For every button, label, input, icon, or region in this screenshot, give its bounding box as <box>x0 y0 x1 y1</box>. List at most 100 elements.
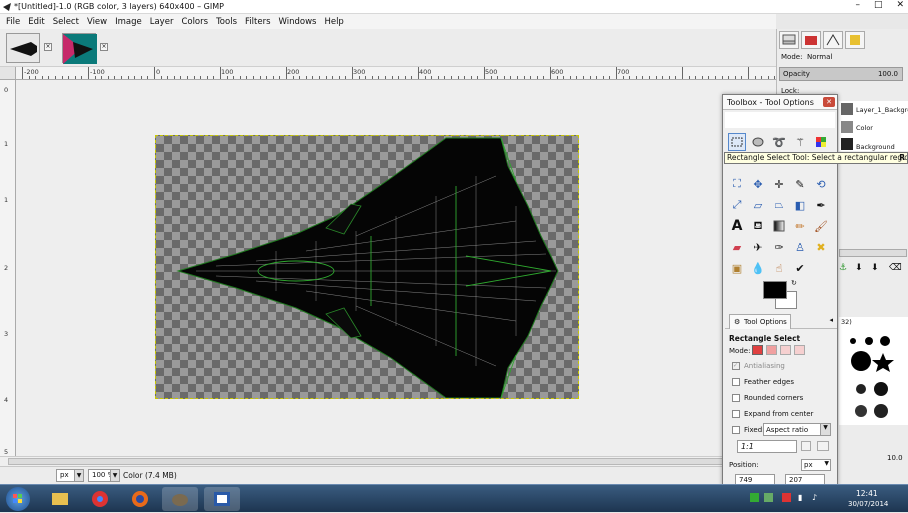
toolbox-title[interactable]: Toolbox - Tool Options <box>723 95 837 110</box>
feather-checkbox[interactable] <box>732 378 740 386</box>
foreground-select-tool[interactable]: ⛶ <box>728 175 746 193</box>
airbrush-tool[interactable]: ✈ <box>749 238 767 256</box>
close-window-button[interactable]: ✕ <box>896 0 904 10</box>
menu-windows[interactable]: Windows <box>279 17 317 27</box>
paintbrush-tool[interactable]: 🖌 <box>812 217 830 235</box>
ratio-input[interactable]: 1:1 <box>737 440 797 453</box>
vertical-ruler[interactable]: 0 1 1 2 3 4 5 <box>0 80 16 466</box>
ruler-corner[interactable] <box>0 67 16 80</box>
menu-help[interactable]: Help <box>324 17 343 27</box>
minimize-button[interactable]: – <box>855 0 860 10</box>
start-button[interactable] <box>6 487 30 511</box>
merge-icon[interactable]: ⬇ <box>871 263 879 273</box>
clone-tool[interactable]: ♙ <box>791 238 809 256</box>
rounded-checkbox[interactable] <box>732 394 740 402</box>
swap-colors-icon[interactable]: ↻ <box>791 279 797 287</box>
menu-edit[interactable]: Edit <box>28 17 44 27</box>
taskbar-chrome[interactable] <box>82 487 118 511</box>
horizontal-scrollbar[interactable] <box>0 456 776 466</box>
fuzzy-select-tool[interactable]: ⚚ <box>791 133 809 151</box>
taskbar-explorer[interactable] <box>42 487 78 511</box>
close-tab-1-button[interactable]: × <box>44 43 52 51</box>
rect-select-tool[interactable] <box>728 133 746 151</box>
fixed-dropdown[interactable]: Aspect ratio ▼ <box>763 423 831 436</box>
clock-time[interactable]: 12:41 <box>856 489 878 498</box>
image-tab-2[interactable] <box>62 33 97 64</box>
maximize-button[interactable]: □ <box>874 0 883 10</box>
layers-scrollbar[interactable] <box>839 249 907 257</box>
clock-date[interactable]: 30/07/2014 <box>848 500 888 508</box>
delete-icon[interactable]: ⌫ <box>889 263 902 273</box>
dodge-burn-tool[interactable]: ✔ <box>791 259 809 277</box>
brushes-panel[interactable]: 32) <box>839 317 908 425</box>
tray-icon[interactable] <box>764 493 773 502</box>
menu-layer[interactable]: Layer <box>150 17 174 27</box>
mode-subtract-button[interactable] <box>780 345 791 355</box>
shear-tool[interactable]: ▱ <box>749 196 767 214</box>
opacity-slider[interactable]: Opacity 100.0 <box>779 67 903 81</box>
blur-tool[interactable]: 💧 <box>749 259 767 277</box>
foreground-color-swatch[interactable] <box>763 281 787 299</box>
zoom-selector[interactable]: 100 % ▼ <box>88 469 120 482</box>
paths-tool[interactable]: ✒ <box>812 196 830 214</box>
mode-add-button[interactable] <box>766 345 777 355</box>
image-tab-1[interactable] <box>6 33 40 63</box>
blend-tool[interactable] <box>770 217 788 235</box>
fixed-checkbox[interactable] <box>732 426 740 434</box>
volume-icon[interactable]: ♪ <box>812 493 817 502</box>
perspective-clone-tool[interactable]: ▣ <box>728 259 746 277</box>
tray-icon[interactable] <box>782 493 791 502</box>
taskbar-firefox[interactable] <box>122 487 158 511</box>
align-tool[interactable]: ✥ <box>749 175 767 193</box>
menu-colors[interactable]: Colors <box>181 17 208 27</box>
menu-image[interactable]: Image <box>115 17 142 27</box>
network-icon[interactable]: ▮ <box>798 493 802 502</box>
ink-tool[interactable]: ✑ <box>770 238 788 256</box>
image-canvas[interactable] <box>155 135 579 399</box>
scrollbar-thumb[interactable] <box>8 458 768 465</box>
crop-tool[interactable]: ✎ <box>791 175 809 193</box>
mode-replace-button[interactable] <box>752 345 763 355</box>
tray-icon[interactable] <box>750 493 759 502</box>
rotate-tool[interactable]: ⟲ <box>812 175 830 193</box>
tool-options-tab[interactable]: ⚙ Tool Options <box>729 314 791 329</box>
layers-list[interactable]: Layer_1_Backgro Color Background <box>839 101 908 151</box>
text-tool[interactable]: A <box>728 217 746 235</box>
layer-item[interactable]: Layer_1_Backgro <box>856 106 908 114</box>
menu-tools[interactable]: Tools <box>216 17 237 27</box>
horizontal-ruler[interactable]: -200 -100 0 100 200 300 400 500 600 700 <box>16 67 776 80</box>
dock-tab-paths[interactable] <box>823 31 843 49</box>
expand-checkbox[interactable] <box>732 410 740 418</box>
unit-selector[interactable]: px ▼ <box>56 469 84 482</box>
layer-item[interactable]: Background <box>856 143 895 151</box>
landscape-button[interactable] <box>817 441 829 451</box>
dock-tab-channels[interactable] <box>801 31 821 49</box>
dock-tab-undo[interactable] <box>845 31 865 49</box>
smudge-tool[interactable]: ☝ <box>770 259 788 277</box>
anchor-icon[interactable]: ⚓ <box>839 263 847 273</box>
color-select-tool[interactable] <box>812 133 830 151</box>
position-unit-dropdown[interactable]: px ▼ <box>801 459 831 471</box>
flip-tool[interactable]: ◧ <box>791 196 809 214</box>
close-toolbox-button[interactable]: ✕ <box>823 97 835 107</box>
menu-select[interactable]: Select <box>53 17 79 27</box>
pencil-tool[interactable]: ✏ <box>791 217 809 235</box>
taskbar-word[interactable] <box>204 487 240 511</box>
bucket-fill-tool[interactable]: ⛾ <box>749 217 767 235</box>
menu-file[interactable]: File <box>6 17 20 27</box>
tab-menu-icon[interactable]: ◂ <box>829 316 833 324</box>
close-tab-2-button[interactable]: × <box>100 43 108 51</box>
perspective-tool[interactable]: ⏢ <box>770 196 788 214</box>
brush-size-value[interactable]: 10.0 <box>887 454 903 462</box>
dock-tab-layers[interactable] <box>779 31 799 49</box>
scale-tool[interactable]: ⤢ <box>728 196 746 214</box>
ellipse-select-tool[interactable] <box>749 133 767 151</box>
menu-view[interactable]: View <box>87 17 107 27</box>
down-arrow-icon[interactable]: ⬇ <box>855 263 863 273</box>
portrait-button[interactable] <box>801 441 811 451</box>
eraser-tool[interactable]: ▰ <box>728 238 746 256</box>
move-tool[interactable]: ✛ <box>770 175 788 193</box>
antialiasing-checkbox[interactable]: ✓ <box>732 362 740 370</box>
menu-filters[interactable]: Filters <box>245 17 270 27</box>
free-select-tool[interactable]: ➰ <box>770 133 788 151</box>
